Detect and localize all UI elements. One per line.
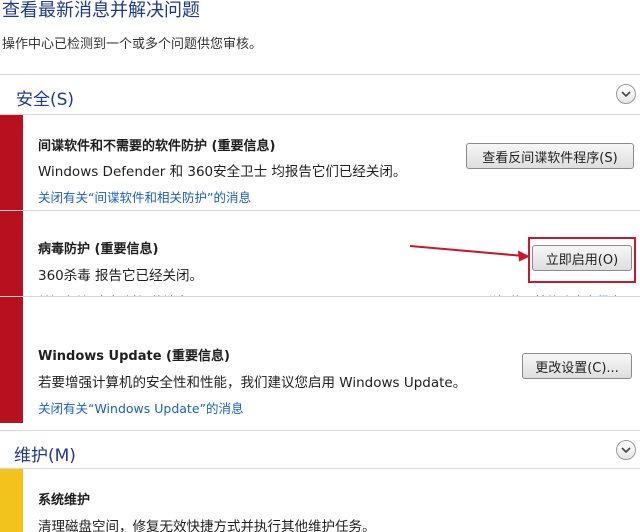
- warning-stripe: [0, 469, 23, 532]
- section-header-security[interactable]: 安全(S): [0, 74, 640, 114]
- change-settings-button[interactable]: 更改设置(C)...: [522, 353, 632, 379]
- page-title: 查看最新消息并解决问题: [2, 0, 200, 21]
- card-title: Windows Update (重要信息): [38, 349, 230, 364]
- card-title: 系统维护: [38, 493, 91, 508]
- annotation-arrow: [409, 245, 530, 262]
- section-label-maintenance: 维护(M): [14, 446, 76, 466]
- card-title: 间谍软件和不需要的软件防护 (重要信息): [38, 139, 276, 154]
- view-antispyware-button[interactable]: 查看反间谍软件程序(S): [466, 143, 634, 169]
- card-title: 病毒防护 (重要信息): [38, 242, 159, 257]
- card-description: 清理磁盘空间，修复无效快捷方式并执行其他维护任务。: [38, 519, 376, 532]
- card-description: 若要增强计算机的安全性和性能，我们建议您启用 Windows Update。: [38, 375, 467, 391]
- card-description: Windows Defender 和 360安全卫士 均报告它们已经关闭。: [38, 164, 407, 180]
- critical-stripe: [0, 115, 23, 210]
- dismiss-spyware-link[interactable]: 关闭有关“间谍软件和相关防护”的消息: [38, 187, 251, 206]
- chevron-down-icon[interactable]: [616, 84, 636, 104]
- critical-stripe: [0, 297, 23, 423]
- dismiss-windows-update-link[interactable]: 关闭有关“Windows Update”的消息: [38, 398, 244, 417]
- message-card-windows-update: Windows Update (重要信息) 若要增强计算机的安全性和性能，我们建…: [0, 296, 640, 426]
- annotation-highlight: [528, 237, 636, 283]
- chevron-down-icon[interactable]: [616, 440, 636, 460]
- card-description: 360杀毒 报告它已经关闭。: [38, 268, 204, 284]
- message-card-spyware: 间谍软件和不需要的软件防护 (重要信息) Windows Defender 和 …: [0, 114, 640, 210]
- page-subtitle: 操作中心已检测到一个或多个问题供您审核。: [2, 37, 263, 52]
- section-label-security: 安全(S): [16, 90, 75, 110]
- section-header-maintenance[interactable]: 维护(M): [0, 430, 640, 468]
- critical-stripe: [0, 211, 23, 296]
- message-card-maintenance: 系统维护 清理磁盘空间，修复无效快捷方式并执行其他维护任务。: [0, 468, 640, 532]
